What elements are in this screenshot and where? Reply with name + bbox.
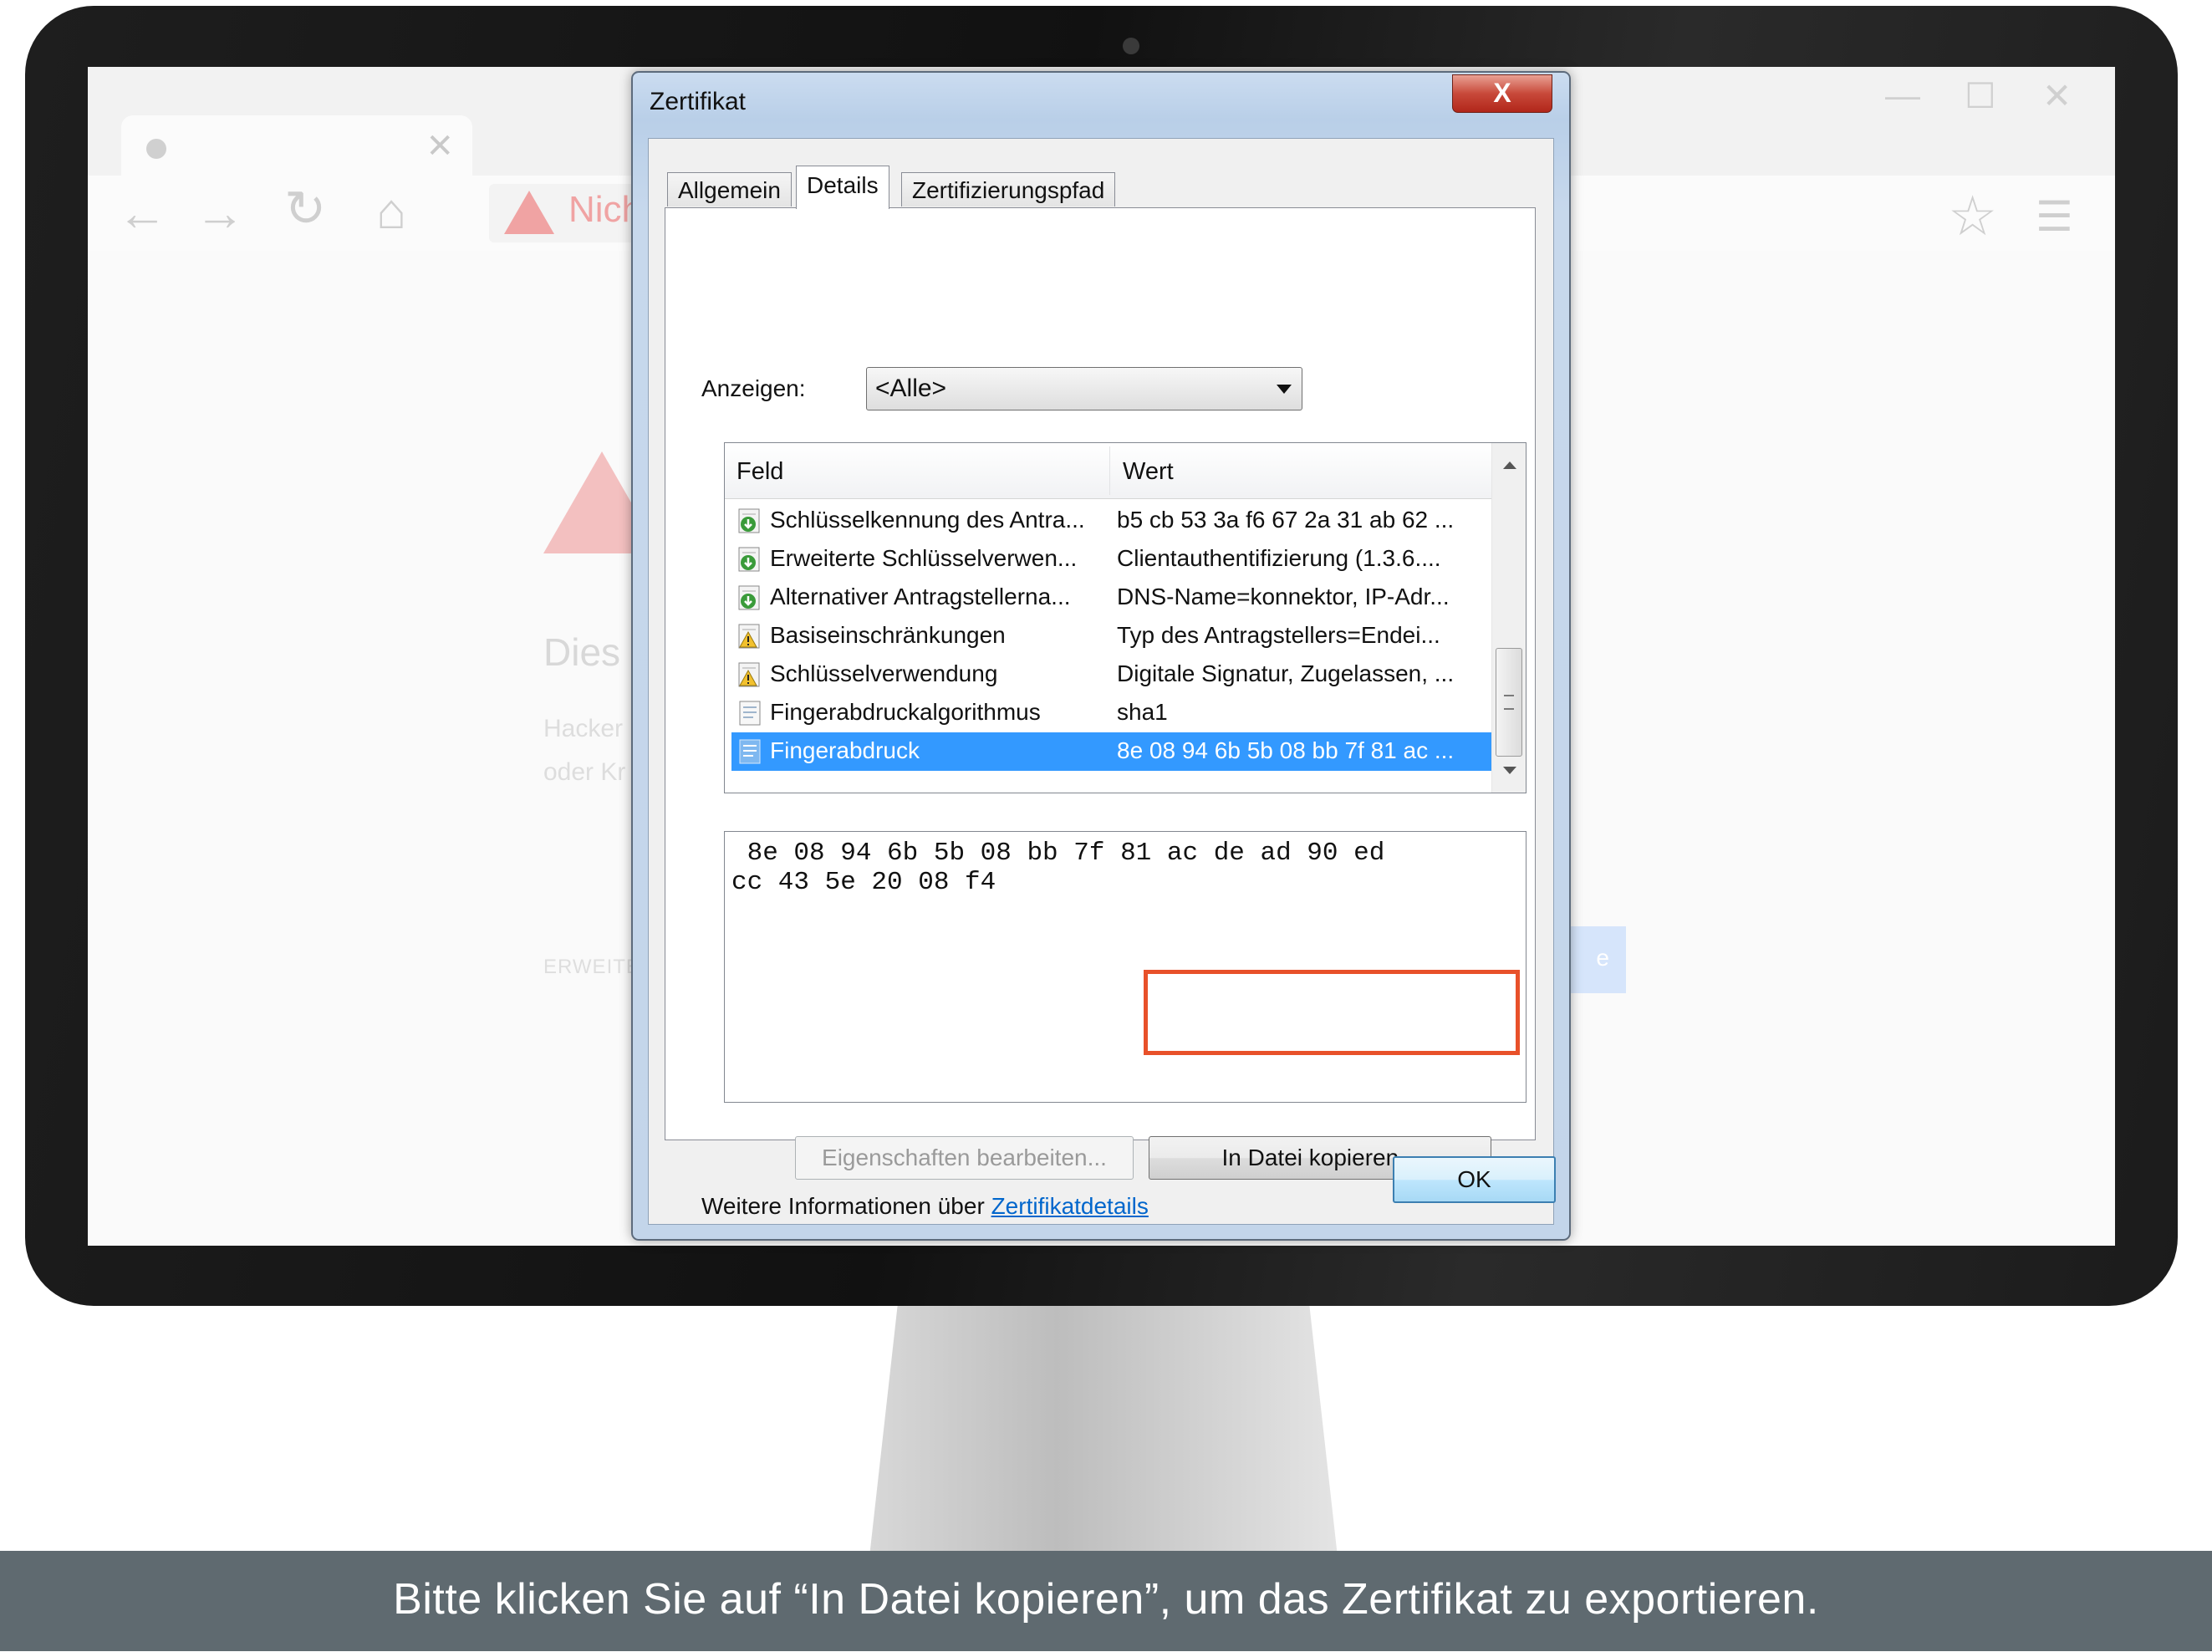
error-page-text-line-2: oder Kr	[543, 758, 626, 786]
tab-certification-path[interactable]: Zertifizierungspfad	[901, 172, 1116, 206]
window-close-icon[interactable]: ✕	[2042, 75, 2072, 116]
field-value: Clientauthentifizierung (1.3.6....	[1117, 545, 1441, 571]
extension-green-icon	[738, 547, 760, 572]
list-header: Feld Wert	[725, 443, 1492, 499]
back-to-safety-button-label: e	[1596, 945, 1609, 971]
list-item[interactable]: Schlüsselkennung des Antra... b5 cb 53 3…	[731, 502, 1492, 540]
field-name: Schlüsselverwendung	[770, 660, 998, 686]
more-info-prefix: Weitere Informationen über	[701, 1193, 991, 1219]
tab-close-icon[interactable]: ✕	[426, 127, 454, 166]
tab-favicon	[146, 139, 166, 159]
column-separator[interactable]	[1109, 446, 1110, 495]
extension-green-icon	[738, 585, 760, 610]
list-item[interactable]: Alternativer Antragstellerna... DNS-Name…	[731, 579, 1492, 617]
document-property-icon	[739, 701, 761, 726]
scrollbar-thumb[interactable]	[1496, 648, 1522, 757]
show-dropdown[interactable]: <Alle>	[866, 367, 1302, 410]
list-item[interactable]: Basiseinschränkungen Typ des Antragstell…	[731, 617, 1492, 655]
certificate-dialog: Zertifikat X Allgemein Details Zertifizi…	[631, 71, 1571, 1241]
ok-button[interactable]: OK	[1393, 1156, 1556, 1203]
field-value: sha1	[1117, 699, 1168, 725]
field-value: DNS-Name=konnektor, IP-Adr...	[1117, 584, 1450, 609]
list-item[interactable]: Fingerabdruckalgorithmus sha1	[731, 694, 1492, 732]
webcam-dot	[1123, 38, 1139, 54]
certificate-fields-list[interactable]: Feld Wert Schlüsselkennung des Antra... …	[724, 442, 1526, 793]
show-label: Anzeigen:	[701, 375, 806, 401]
monitor-stand	[869, 1306, 1338, 1557]
warning-triangle-icon	[504, 191, 554, 234]
edit-properties-button[interactable]: Eigenschaften bearbeiten...	[795, 1136, 1134, 1180]
field-value-detail-box[interactable]: 8e 08 94 6b 5b 08 bb 7f 81 ac de ad 90 e…	[724, 831, 1526, 1103]
field-value: Typ des Antragstellers=Endei...	[1117, 622, 1440, 648]
list-scrollbar[interactable]	[1491, 443, 1526, 793]
warning-certificate-icon	[738, 662, 760, 687]
field-value: 8e 08 94 6b 5b 08 bb 7f 81 ac ...	[1117, 737, 1455, 763]
dialog-client-area: Allgemein Details Zertifizierungspfad An…	[648, 138, 1556, 1225]
field-name: Schlüsselkennung des Antra...	[770, 507, 1085, 533]
caption-bar: Bitte klicken Sie auf “In Datei kopieren…	[0, 1551, 2212, 1651]
list-item[interactable]: Schlüsselverwendung Digitale Signatur, Z…	[731, 655, 1492, 694]
warning-certificate-icon	[738, 624, 760, 649]
browser-tab[interactable]: ✕	[121, 115, 472, 176]
show-dropdown-value: <Alle>	[875, 375, 947, 402]
detail-line-2: cc 43 5e 20 08 f4	[731, 868, 996, 897]
copy-to-file-highlight-box	[1144, 970, 1520, 1055]
dropdown-arrow-icon	[1277, 385, 1292, 394]
minimize-icon[interactable]: —	[1885, 75, 1920, 115]
tab-general[interactable]: Allgemein	[667, 172, 792, 206]
extension-green-icon	[738, 508, 760, 533]
column-header-value[interactable]: Wert	[1123, 458, 1174, 486]
error-page-text-line-1: Hacker	[543, 715, 624, 742]
detail-line-1: 8e 08 94 6b 5b 08 bb 7f 81 ac de ad 90 e…	[731, 839, 1385, 868]
field-value: b5 cb 53 3a f6 67 2a 31 ab 62 ...	[1117, 507, 1455, 533]
field-name: Fingerabdruckalgorithmus	[770, 699, 1041, 725]
document-property-icon	[739, 739, 761, 764]
advanced-link[interactable]: ERWEITE	[543, 956, 640, 979]
field-name: Fingerabdruck	[770, 737, 920, 763]
tab-details[interactable]: Details	[796, 166, 889, 209]
list-item[interactable]: Erweiterte Schlüsselverwen... Clientauth…	[731, 540, 1492, 579]
scroll-down-arrow-icon[interactable]	[1503, 767, 1516, 774]
more-info-text: Weitere Informationen über Zertifikatdet…	[701, 1193, 1149, 1220]
dialog-title: Zertifikat	[650, 88, 747, 115]
column-header-field[interactable]: Feld	[736, 458, 783, 486]
browser-menu-icon[interactable]: ☰	[2036, 192, 2073, 241]
list-item-selected[interactable]: Fingerabdruck 8e 08 94 6b 5b 08 bb 7f 81…	[731, 732, 1492, 771]
field-value: Digitale Signatur, Zugelassen, ...	[1117, 660, 1455, 686]
home-icon[interactable]: ⌂	[376, 186, 406, 237]
scroll-up-arrow-icon[interactable]	[1503, 461, 1516, 469]
certificate-details-link[interactable]: Zertifikatdetails	[991, 1193, 1149, 1219]
field-name: Alternativer Antragstellerna...	[770, 584, 1071, 609]
reload-icon[interactable]: ↻	[284, 184, 326, 234]
back-arrow-icon[interactable]: ←	[117, 188, 167, 238]
bookmark-star-icon[interactable]: ☆	[1948, 184, 1997, 248]
error-page-heading: Dies	[543, 630, 621, 674]
field-name: Basiseinschränkungen	[770, 622, 1006, 648]
forward-arrow-icon[interactable]: →	[195, 188, 245, 238]
dialog-close-button[interactable]: X	[1452, 74, 1552, 113]
caption-text: Bitte klicken Sie auf “In Datei kopieren…	[393, 1575, 1819, 1624]
scrollbar-grip-icon	[1504, 695, 1514, 710]
maximize-icon[interactable]: ☐	[1965, 75, 1996, 116]
field-name: Erweiterte Schlüsselverwen...	[770, 545, 1078, 571]
